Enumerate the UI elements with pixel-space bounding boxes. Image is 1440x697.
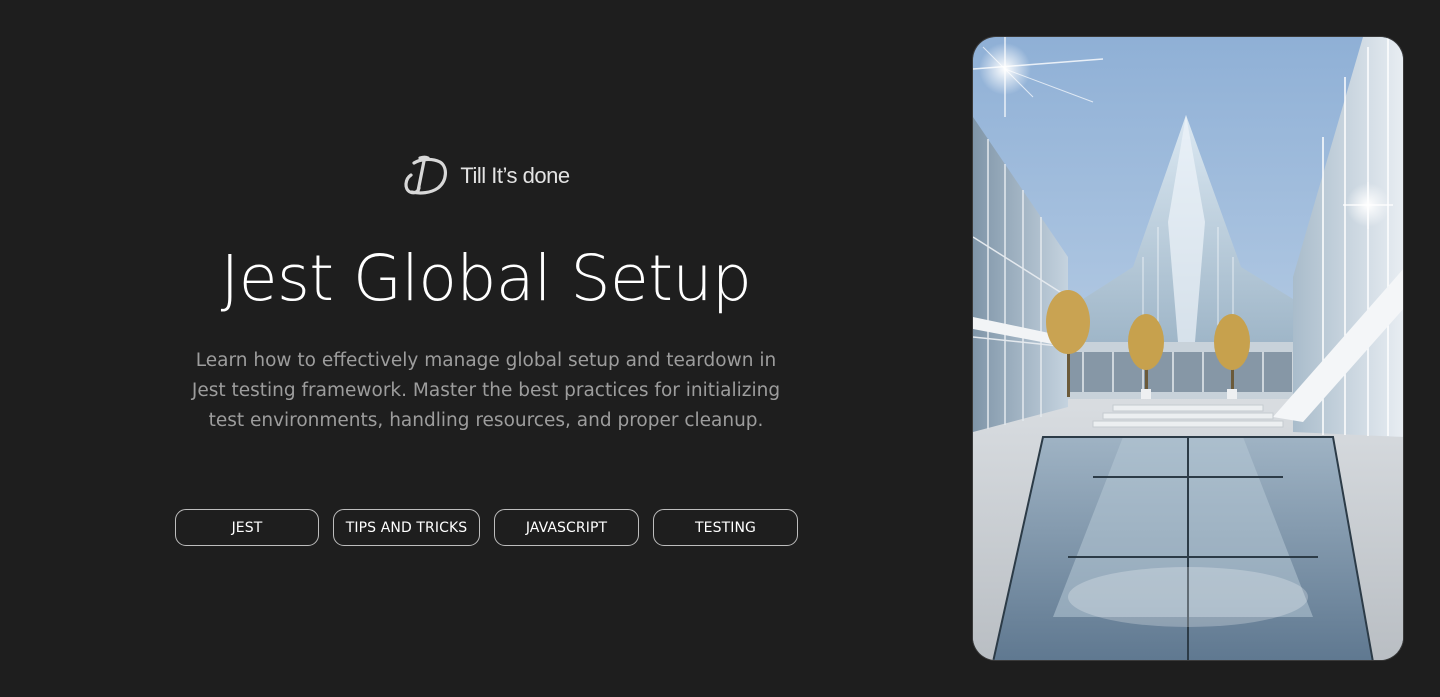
hero-text-panel: Till It’s done Jest Global Setup Learn h…	[170, 0, 802, 697]
hero-image	[972, 36, 1404, 661]
glass-architecture-illustration	[973, 37, 1403, 660]
brand-name: Till It’s done	[460, 163, 570, 188]
article-description: Learn how to effectively manage global s…	[191, 350, 781, 431]
tag-list: JEST TIPS AND TRICKS JAVASCRIPT TESTING	[175, 509, 798, 546]
article-hero-page: Till It’s done Jest Global Setup Learn h…	[0, 0, 1440, 697]
tag-javascript[interactable]: JAVASCRIPT	[494, 509, 639, 546]
brand[interactable]: Till It’s done	[170, 155, 802, 197]
tag-testing[interactable]: TESTING	[653, 509, 798, 546]
tag-tips-and-tricks[interactable]: TIPS AND TRICKS	[333, 509, 480, 546]
tag-jest[interactable]: JEST	[175, 509, 319, 546]
page-title: Jest Global Setup	[220, 242, 752, 315]
td-monogram-icon	[404, 155, 448, 195]
